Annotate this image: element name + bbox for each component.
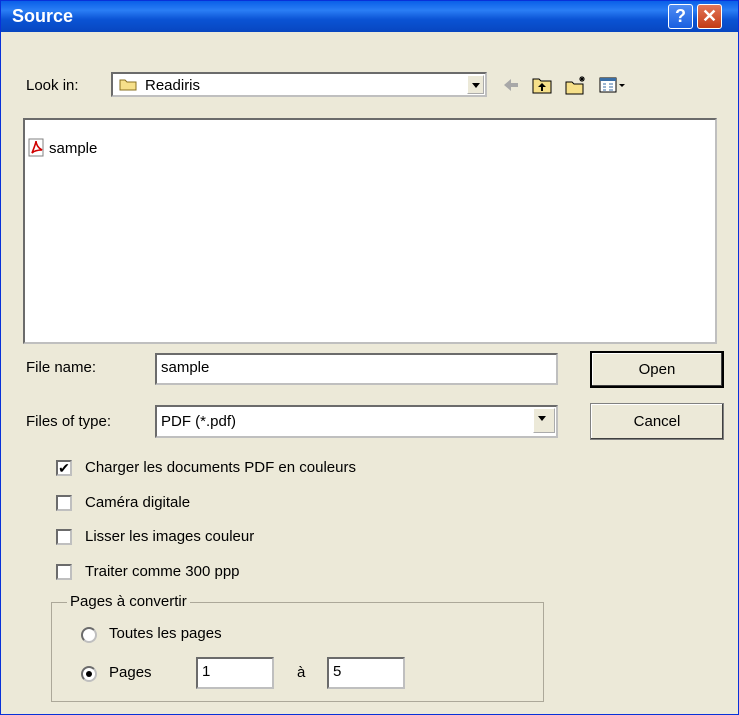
page-to-field[interactable]: 5 — [327, 657, 405, 689]
look-in-label: Look in: — [26, 77, 79, 94]
page-range-label: Pages — [109, 664, 152, 681]
digital-camera-checkbox[interactable] — [56, 495, 72, 511]
color-pdf-label: Charger les documents PDF en couleurs — [85, 459, 356, 476]
back-arrow-icon[interactable] — [501, 75, 521, 95]
list-item[interactable]: sample — [28, 138, 97, 158]
files-of-type-label: Files of type: — [26, 413, 112, 430]
file-name-label: File name: — [26, 359, 97, 376]
digital-camera-label: Caméra digitale — [85, 494, 191, 511]
treat-300dpi-checkbox[interactable] — [56, 564, 72, 580]
open-button[interactable]: Open — [590, 351, 724, 388]
all-pages-label: Toutes les pages — [109, 625, 222, 642]
window-title: Source — [12, 6, 74, 26]
page-range-radio[interactable] — [81, 666, 97, 682]
page-from-value: 1 — [202, 663, 211, 680]
all-pages-radio[interactable] — [81, 627, 97, 643]
smooth-color-checkbox[interactable] — [56, 529, 72, 545]
cancel-button[interactable]: Cancel — [590, 403, 724, 440]
close-button[interactable]: ✕ — [697, 4, 722, 29]
look-in-dropdown[interactable]: Readiris — [111, 72, 487, 97]
file-name-value: sample — [161, 359, 210, 376]
page-to-label: à — [297, 664, 306, 681]
folder-icon — [119, 79, 137, 91]
pdf-icon — [28, 138, 44, 157]
pages-group-title: Pages à convertir — [67, 593, 190, 610]
treat-300dpi-label: Traiter comme 300 ppp — [85, 563, 240, 580]
file-name: sample — [49, 139, 98, 157]
smooth-color-label: Lisser les images couleur — [85, 528, 255, 545]
files-of-type-dropdown-arrow[interactable] — [533, 408, 555, 433]
file-name-field[interactable]: sample — [155, 353, 558, 385]
up-folder-icon[interactable] — [531, 75, 553, 95]
look-in-dropdown-arrow[interactable] — [467, 75, 484, 94]
look-in-value: Readiris — [145, 77, 201, 94]
pages-groupbox — [51, 602, 544, 702]
color-pdf-checkbox[interactable]: ✔ — [56, 460, 72, 476]
files-of-type-dropdown[interactable]: PDF (*.pdf) — [155, 405, 558, 438]
file-list[interactable]: sample — [23, 118, 717, 344]
help-button[interactable]: ? — [668, 4, 693, 29]
files-of-type-value: PDF (*.pdf) — [161, 413, 237, 430]
title-bar[interactable]: Source ? ✕ — [1, 1, 738, 32]
view-menu-icon[interactable] — [599, 75, 629, 95]
new-folder-icon[interactable] — [564, 75, 588, 95]
file-open-dialog: Source ? ✕ Look in: Readiris sample File… — [0, 0, 739, 715]
page-from-field[interactable]: 1 — [196, 657, 274, 689]
page-to-value: 5 — [333, 663, 342, 680]
